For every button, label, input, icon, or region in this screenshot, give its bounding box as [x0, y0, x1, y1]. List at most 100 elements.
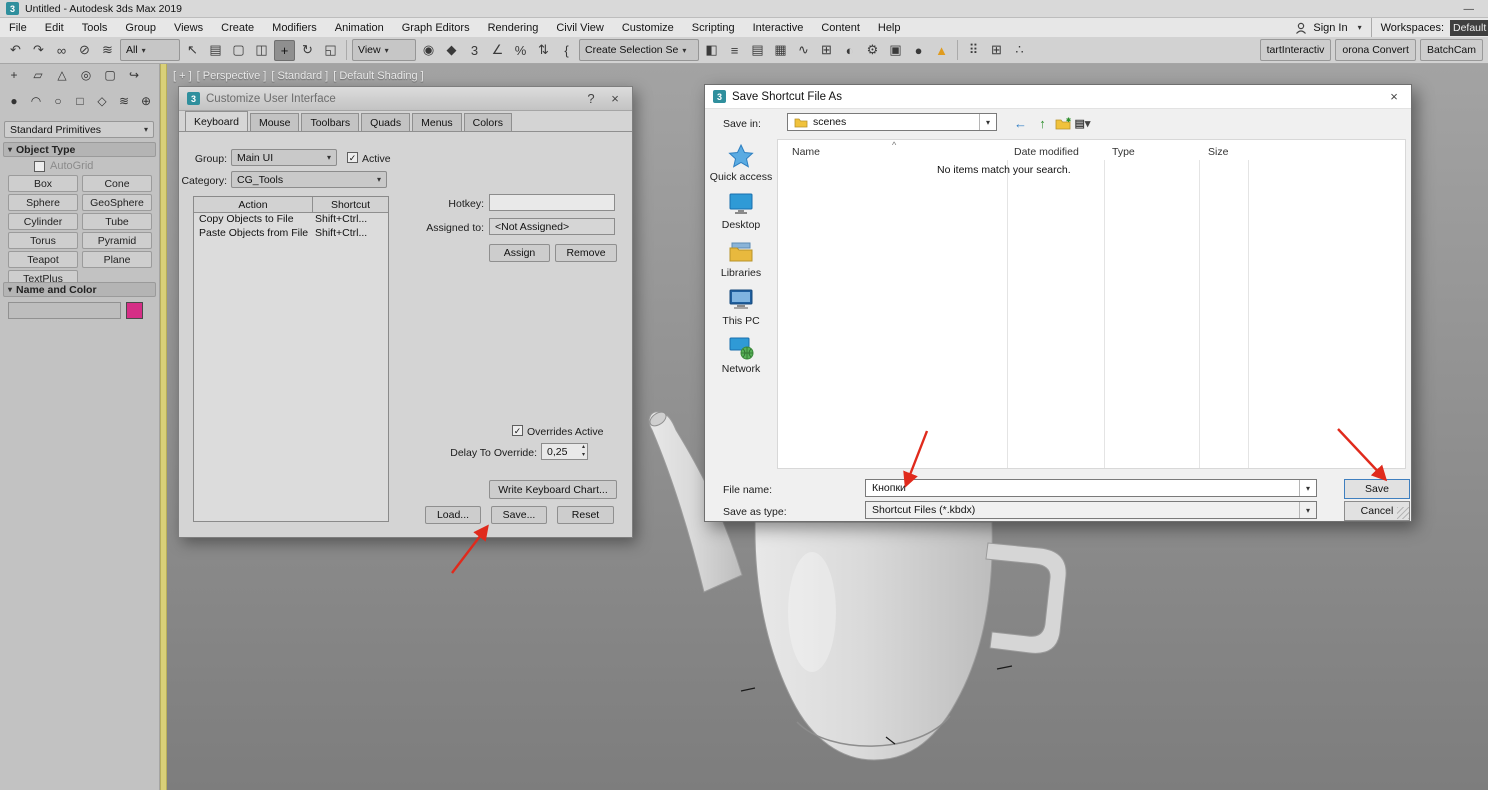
object-type-button[interactable]: Plane — [82, 251, 152, 268]
menu-create[interactable]: Create — [212, 18, 263, 37]
object-type-button[interactable]: Torus — [8, 232, 78, 249]
object-name-field[interactable] — [8, 302, 121, 319]
sidebar-item-network[interactable]: Network — [705, 335, 777, 375]
file-list[interactable]: Name ^ Date modified Type Size No items … — [777, 139, 1406, 469]
spinner-down-icon[interactable]: ▾ — [582, 452, 585, 459]
create-tab-icon[interactable]: + — [4, 66, 24, 84]
tab-mouse[interactable]: Mouse — [249, 113, 300, 131]
menu-animation[interactable]: Animation — [326, 18, 393, 37]
menu-civil-view[interactable]: Civil View — [547, 18, 612, 37]
menu-file[interactable]: File — [0, 18, 36, 37]
menu-group[interactable]: Group — [116, 18, 165, 37]
close-icon[interactable]: × — [606, 91, 624, 106]
helpers-category-icon[interactable]: ◇ — [92, 92, 112, 110]
percent-snap-icon[interactable]: % — [510, 40, 531, 61]
minimize-icon[interactable]: — — [1464, 3, 1483, 15]
motion-tab-icon[interactable]: ◎ — [76, 66, 96, 84]
column-divider[interactable] — [1199, 160, 1200, 468]
object-type-button[interactable]: Sphere — [8, 194, 78, 211]
close-icon[interactable]: × — [1385, 89, 1403, 104]
chevron-down-icon[interactable]: ▾ — [1358, 23, 1362, 32]
viewport-menu-general[interactable]: [ + ] — [173, 70, 192, 82]
shapes-category-icon[interactable]: ◠ — [26, 92, 46, 110]
chevron-down-icon[interactable]: ▾ — [979, 114, 996, 130]
tab-quads[interactable]: Quads — [361, 113, 411, 131]
file-name-combo[interactable]: Кнопки ▾ — [865, 479, 1317, 497]
actions-table[interactable]: Action Shortcut Copy Objects to File Shi… — [193, 196, 389, 522]
remove-button[interactable]: Remove — [555, 244, 617, 262]
assign-button[interactable]: Assign — [489, 244, 550, 262]
named-selection-set-dropdown[interactable]: Create Selection Se ▾ — [579, 39, 699, 61]
warning-icon[interactable]: ▲ — [931, 40, 952, 61]
select-scale-icon[interactable]: ◱ — [320, 40, 341, 61]
sidebar-item-quick-access[interactable]: Quick access — [705, 143, 777, 183]
sidebar-item-desktop[interactable]: Desktop — [705, 191, 777, 231]
selection-filter-dropdown[interactable]: All ▾ — [120, 39, 180, 61]
named-selection-icon[interactable]: { — [556, 40, 577, 61]
column-header-date-modified[interactable]: Date modified — [1014, 146, 1079, 158]
chevron-down-icon[interactable]: ▾ — [1299, 480, 1316, 496]
column-header-name[interactable]: Name — [792, 146, 820, 158]
sidebar-item-libraries[interactable]: Libraries — [705, 239, 777, 279]
write-keyboard-chart-button[interactable]: Write Keyboard Chart... — [489, 480, 617, 499]
viewport-menu-renderer[interactable]: [ Standard ] — [271, 70, 328, 82]
corona-converter-button[interactable]: orona Convert — [1335, 39, 1416, 61]
resize-grip[interactable] — [1397, 507, 1409, 519]
tab-toolbars[interactable]: Toolbars — [301, 113, 360, 131]
select-rotate-icon[interactable]: ↻ — [297, 40, 318, 61]
save-button[interactable]: Save — [1344, 479, 1410, 499]
tab-menus[interactable]: Menus — [412, 113, 462, 131]
group-dropdown[interactable]: Main UI ▾ — [231, 149, 337, 166]
geometry-category-icon[interactable]: ● — [4, 92, 24, 110]
object-type-button[interactable]: Cone — [82, 175, 152, 192]
reference-coordinate-dropdown[interactable]: View ▾ — [352, 39, 416, 61]
new-folder-icon[interactable]: ✱ — [1053, 114, 1072, 133]
view-menu-icon[interactable]: ▤▾ — [1073, 114, 1092, 133]
primitives-dropdown[interactable]: Standard Primitives ▾ — [4, 121, 154, 138]
up-one-level-icon[interactable]: ↑ — [1033, 114, 1052, 133]
menu-graph-editors[interactable]: Graph Editors — [393, 18, 479, 37]
column-divider[interactable] — [1007, 160, 1008, 468]
curve-editor-icon[interactable]: ∿ — [793, 40, 814, 61]
select-object-icon[interactable]: ↖ — [182, 40, 203, 61]
menu-modifiers[interactable]: Modifiers — [263, 18, 326, 37]
column-divider[interactable] — [1248, 160, 1249, 468]
object-type-button[interactable]: Pyramid — [82, 232, 152, 249]
select-by-name-icon[interactable]: ▤ — [205, 40, 226, 61]
angle-snap-icon[interactable]: ∠ — [487, 40, 508, 61]
active-checkbox[interactable]: ✓ — [347, 152, 358, 163]
viewport-menu-shading[interactable]: [ Default Shading ] — [333, 70, 424, 82]
align-icon[interactable]: ≡ — [724, 40, 745, 61]
modify-tab-icon[interactable]: ▱ — [28, 66, 48, 84]
object-type-button[interactable]: Box — [8, 175, 78, 192]
render-setup-icon[interactable]: ⚙ — [862, 40, 883, 61]
object-type-rollout[interactable]: ▾ Object Type — [3, 142, 156, 157]
column-header-type[interactable]: Type — [1112, 146, 1135, 158]
sign-in-button[interactable]: Sign In — [1313, 22, 1347, 34]
unlink-icon[interactable]: ⊘ — [74, 40, 95, 61]
object-type-button[interactable]: Tube — [82, 213, 152, 230]
layer-manager-icon[interactable]: ▤ — [747, 40, 768, 61]
tab-keyboard[interactable]: Keyboard — [185, 111, 248, 131]
pivot-center-icon[interactable]: ◉ — [418, 40, 439, 61]
back-icon[interactable]: ← — [1011, 114, 1030, 133]
material-editor-icon[interactable]: ◐ — [839, 40, 860, 61]
menu-scripting[interactable]: Scripting — [683, 18, 744, 37]
load-button[interactable]: Load... — [425, 506, 481, 524]
save-in-dropdown[interactable]: scenes ▾ — [787, 113, 997, 131]
menu-interactive[interactable]: Interactive — [744, 18, 813, 37]
save-as-type-combo[interactable]: Shortcut Files (*.kbdx) ▾ — [865, 501, 1317, 519]
rect-selection-region-icon[interactable]: ▢ — [228, 40, 249, 61]
object-type-button[interactable]: Cylinder — [8, 213, 78, 230]
category-dropdown[interactable]: CG_Tools ▾ — [231, 171, 387, 188]
spinner-snap-icon[interactable]: ⇅ — [533, 40, 554, 61]
save-button[interactable]: Save... — [491, 506, 547, 524]
select-link-icon[interactable]: ∞ — [51, 40, 72, 61]
dialog-titlebar[interactable]: 3 Save Shortcut File As × — [705, 85, 1411, 109]
overrides-active-checkbox[interactable]: ✓ — [512, 425, 523, 436]
window-crossing-icon[interactable]: ◫ — [251, 40, 272, 61]
panel-splitter[interactable] — [160, 64, 167, 790]
menu-content[interactable]: Content — [812, 18, 869, 37]
undo-icon[interactable]: ↶ — [5, 40, 26, 61]
help-icon[interactable]: ? — [582, 91, 600, 106]
